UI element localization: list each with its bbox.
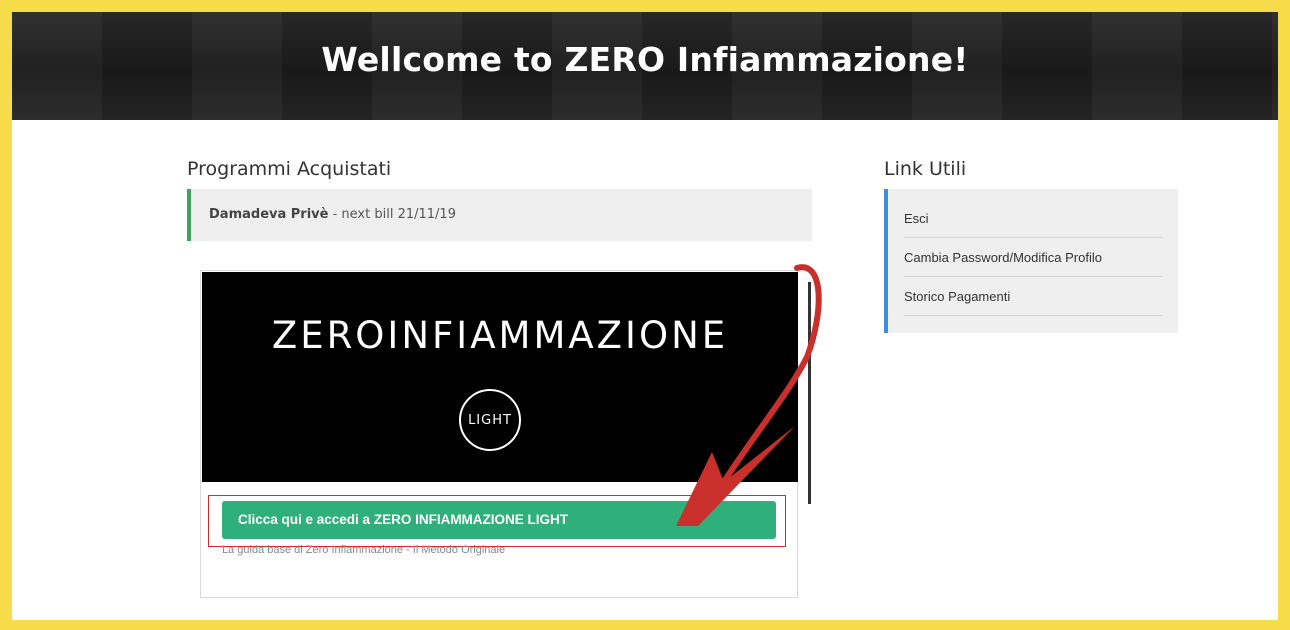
annotation-arrow (676, 264, 822, 526)
page-title: Wellcome to ZERO Infiammazione! (321, 40, 969, 79)
arrow-head (676, 426, 795, 526)
page-frame: Wellcome to ZERO Infiammazione! Programm… (12, 12, 1278, 620)
